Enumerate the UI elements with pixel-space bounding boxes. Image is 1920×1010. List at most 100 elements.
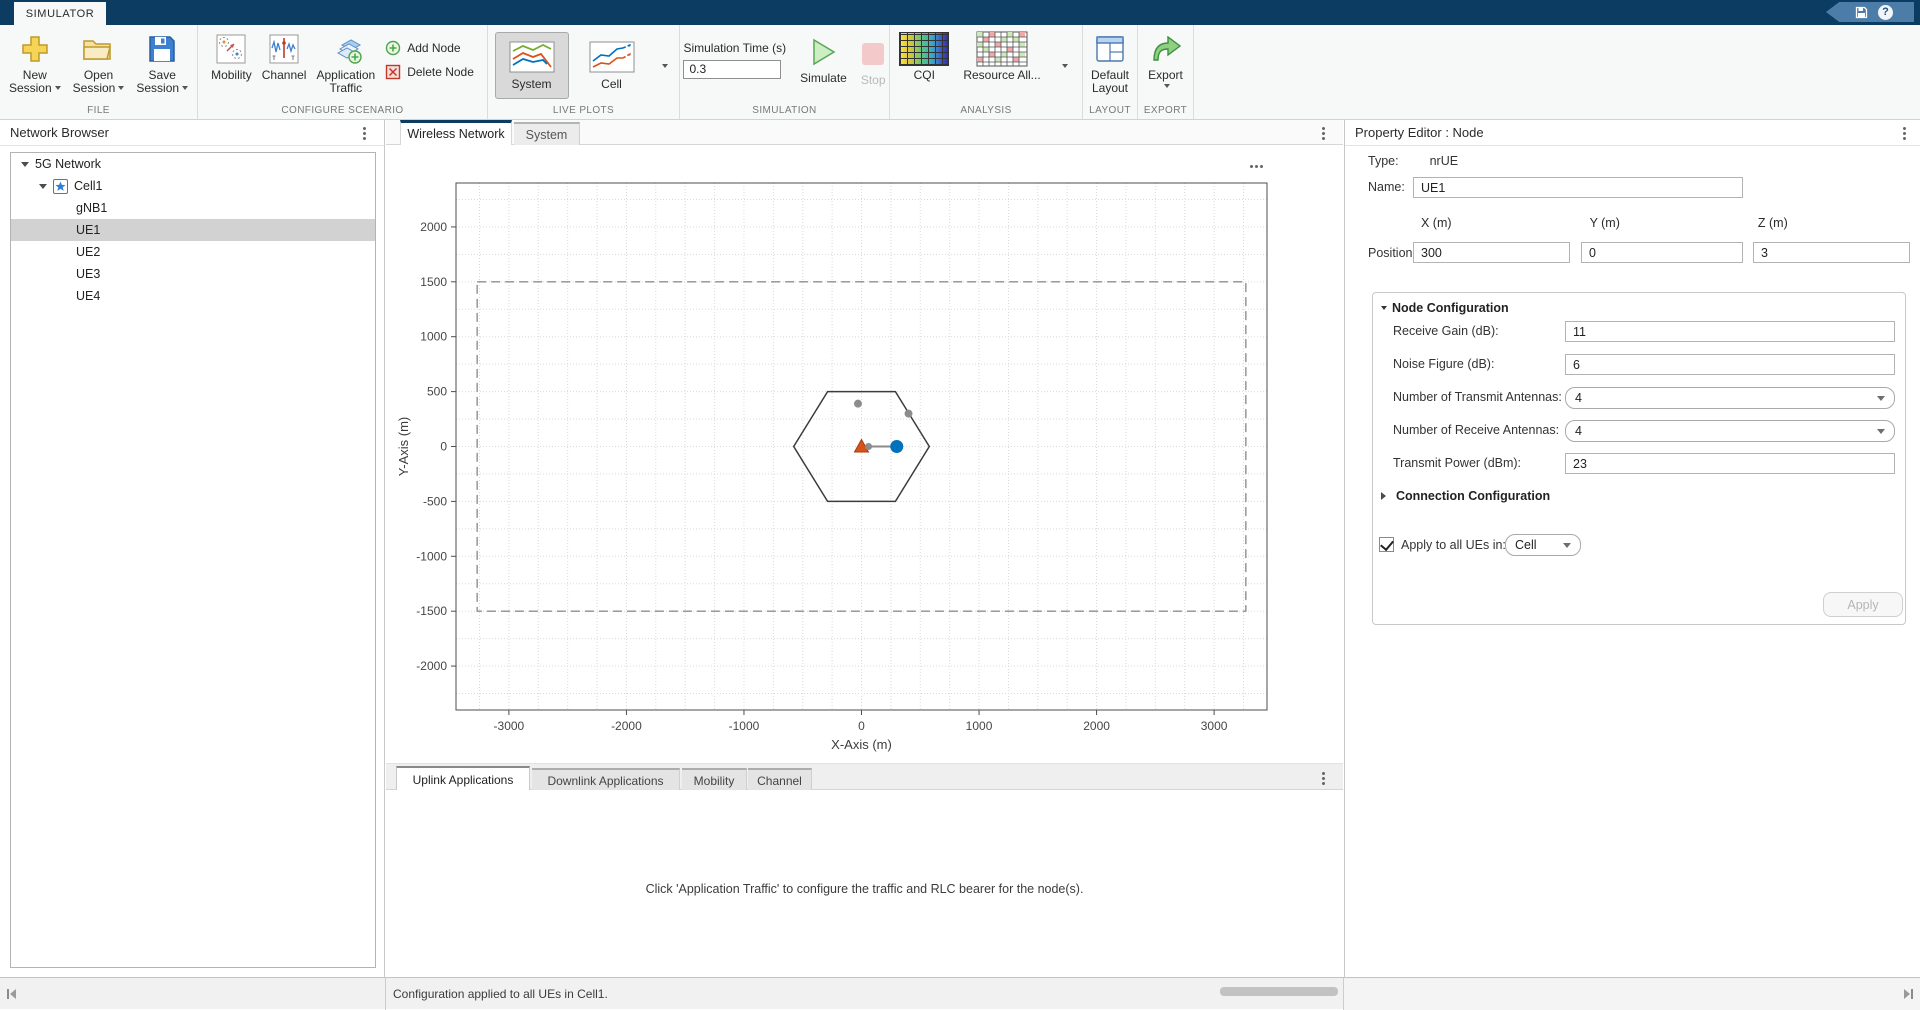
tree-item-5g-network[interactable]: 5G Network [11, 153, 375, 175]
mobility-button[interactable]: Mobility [211, 32, 252, 82]
apply-all-row: Apply to all UEs in: [1379, 537, 1506, 552]
network-browser-title: Network Browser [10, 125, 109, 140]
connection-configuration-header[interactable]: Connection Configuration [1381, 489, 1550, 503]
tab-downlink-applications[interactable]: Downlink Applications [532, 768, 680, 791]
apply-all-checkbox[interactable] [1379, 537, 1394, 552]
expander-icon[interactable] [21, 162, 29, 167]
cell-plot-icon [589, 41, 635, 73]
export-icon [1151, 32, 1181, 66]
collapse-left-icon[interactable] [6, 988, 18, 1000]
default-layout-label2: Layout [1092, 82, 1128, 95]
y-tick-label: 2000 [420, 220, 447, 234]
ribbon-section-simulation: Simulation Time (s) 0.3 Simulate Stop SI… [680, 25, 890, 119]
simulate-button[interactable]: Simulate [800, 32, 847, 85]
node-UE[interactable] [905, 410, 913, 418]
simulation-time-label: Simulation Time (s) [683, 41, 786, 55]
receive-gain-input[interactable]: 11 [1565, 321, 1895, 342]
position-y-input[interactable]: 0 [1581, 242, 1743, 263]
application-traffic-button[interactable]: Application Traffic [316, 32, 375, 95]
node-UE[interactable] [865, 443, 872, 450]
add-node-button[interactable]: Add Node [385, 40, 474, 56]
save-session-icon [148, 32, 176, 66]
apply-button[interactable]: Apply [1823, 592, 1903, 617]
node-UE[interactable] [854, 400, 862, 408]
field-label: Transmit Power (dBm): [1393, 456, 1521, 470]
simulation-time-input[interactable]: 0.3 [683, 60, 781, 79]
x-tick-label: 1000 [966, 719, 993, 733]
ribbon-section-analysis: CQI Resource All... ANAL [890, 25, 1083, 119]
tree-item-label: UE2 [76, 245, 100, 259]
x-tick-label: 0 [858, 719, 865, 733]
transmit-antennas-dropdown[interactable]: 4 [1565, 387, 1895, 409]
cell-plot-toggle[interactable]: Cell [575, 32, 649, 99]
tree-item-ue3[interactable]: UE3 [11, 263, 375, 285]
uplink-applications-content: Click 'Application Traffic' to configure… [386, 790, 1343, 977]
tree-item-cell1[interactable]: Cell1 [11, 175, 375, 197]
tree-item-ue2[interactable]: UE2 [11, 241, 375, 263]
analysis-overflow-button[interactable] [1055, 32, 1073, 99]
tab-mobility[interactable]: Mobility [682, 768, 747, 791]
mobility-icon [216, 32, 246, 66]
expander-icon[interactable] [39, 184, 47, 189]
name-input[interactable]: UE1 [1413, 177, 1743, 198]
section-label-export: EXPORT [1138, 105, 1193, 116]
y-tick-label: -1500 [416, 604, 447, 618]
export-button[interactable]: Export [1148, 32, 1183, 88]
tree-item-ue4[interactable]: UE4 [11, 285, 375, 307]
chevron-down-icon [118, 86, 124, 90]
delete-node-icon [385, 64, 401, 80]
resource-allocation-button[interactable]: Resource All... [963, 32, 1040, 82]
tree-item-label: 5G Network [35, 157, 101, 171]
delete-node-button[interactable]: Delete Node [385, 64, 474, 80]
simulate-label: Simulate [800, 72, 847, 85]
simulate-icon [811, 35, 837, 69]
ribbon-section-export: Export EXPORT [1138, 25, 1194, 119]
transmit-power-input[interactable]: 23 [1565, 453, 1895, 474]
channel-button[interactable]: Application Channel [262, 32, 307, 82]
position-x-input[interactable]: 300 [1413, 242, 1570, 263]
y-tick-label: 1500 [420, 275, 447, 289]
tree-item-ue1[interactable]: UE1 [11, 219, 375, 241]
new-session-button[interactable]: New Session [9, 32, 61, 95]
tree-item-label: UE3 [76, 267, 100, 281]
field-label: Number of Receive Antennas: [1393, 423, 1559, 437]
receive-antennas-dropdown[interactable]: 4 [1565, 420, 1895, 442]
save-session-button[interactable]: Save Session [136, 32, 188, 95]
tab-simulator[interactable]: SIMULATOR [14, 2, 106, 25]
open-session-button[interactable]: Open Session [73, 32, 125, 95]
noise-figure-input[interactable]: 6 [1565, 354, 1895, 375]
help-icon[interactable]: ? [1878, 5, 1893, 20]
tree-item-gnb1[interactable]: gNB1 [11, 197, 375, 219]
system-plot-icon [509, 41, 555, 73]
horizontal-scrollbar-thumb[interactable] [1220, 987, 1338, 996]
dropdown-value: 4 [1575, 424, 1582, 438]
network-plot[interactable]: -3000-2000-10000100020003000-2000-1500-1… [386, 145, 1343, 763]
tab-label: Wireless Network [407, 127, 504, 141]
panel-menu-icon[interactable] [1903, 127, 1906, 130]
tab-wireless-network[interactable]: Wireless Network [400, 120, 512, 145]
tab-channel[interactable]: Channel [748, 768, 812, 791]
position-column-headers: X (m) Y (m) Z (m) [1421, 216, 1788, 230]
cqi-button[interactable]: CQI [899, 32, 949, 82]
tab-system[interactable]: System [514, 122, 580, 145]
chevron-down-icon [182, 86, 188, 90]
position-z-input[interactable]: 3 [1753, 242, 1910, 263]
panel-menu-icon[interactable] [363, 127, 366, 130]
node-configuration-header[interactable]: Node Configuration [1381, 301, 1509, 315]
live-plots-overflow-button[interactable] [655, 32, 673, 99]
system-plot-label: System [511, 77, 551, 91]
system-plot-toggle[interactable]: System [495, 32, 569, 99]
tree-item-label: UE4 [76, 289, 100, 303]
position-row: Position: [1368, 246, 1416, 260]
default-layout-button[interactable]: Default Layout [1091, 32, 1129, 95]
bottom-panel-menu-icon[interactable] [1322, 772, 1325, 775]
node-UE1[interactable] [890, 440, 903, 453]
y-tick-label: -1000 [416, 549, 447, 563]
document-menu-icon[interactable] [1322, 127, 1325, 130]
chevron-down-icon [1877, 429, 1885, 434]
tab-label: System [526, 128, 568, 142]
collapse-right-icon[interactable] [1902, 988, 1914, 1000]
apply-scope-dropdown[interactable]: Cell [1505, 534, 1581, 556]
save-icon[interactable] [1855, 6, 1868, 19]
tab-uplink-applications[interactable]: Uplink Applications [396, 766, 530, 791]
